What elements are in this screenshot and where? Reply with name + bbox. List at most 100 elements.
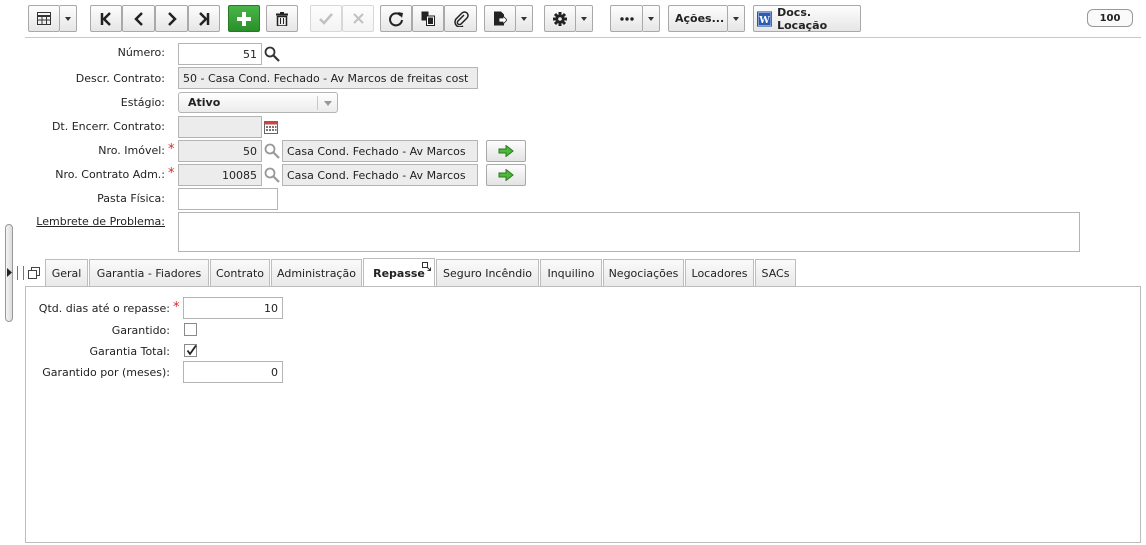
grid-view-button[interactable] xyxy=(28,5,60,32)
nro-contrato-go-button[interactable] xyxy=(486,164,526,186)
more-dropdown[interactable] xyxy=(643,5,660,32)
last-record-icon xyxy=(199,11,210,26)
tab-locadores[interactable]: Locadores xyxy=(685,259,754,286)
nro-contrato-adm-input[interactable]: 10085 xyxy=(178,164,262,186)
garantido-checkbox[interactable] xyxy=(184,323,197,336)
numero-value: 51 xyxy=(243,47,257,61)
first-record-icon xyxy=(100,11,111,26)
add-icon xyxy=(237,11,251,26)
tab-sacs[interactable]: SACs xyxy=(755,259,796,286)
chevron-down-icon xyxy=(324,101,332,106)
nro-contrato-adm-description: Casa Cond. Fechado - Av Marcos xyxy=(282,164,478,186)
calendar-icon[interactable] xyxy=(264,120,278,134)
refresh-icon xyxy=(389,11,403,26)
next-record-button[interactable] xyxy=(155,5,188,32)
search-icon[interactable] xyxy=(264,46,280,62)
gear-icon xyxy=(553,11,567,26)
last-record-button[interactable] xyxy=(188,5,220,32)
copy-icon xyxy=(421,11,435,26)
docs-locacao-label: Docs. Locação xyxy=(777,5,828,32)
first-record-button[interactable] xyxy=(90,5,122,32)
tab-label: Seguro Incêndio xyxy=(443,266,532,280)
qtd-dias-label: Qtd. dias até o repasse: xyxy=(38,302,170,315)
required-marker: * xyxy=(168,142,175,157)
tab-repasse[interactable]: Repasse xyxy=(363,258,435,287)
required-marker: * xyxy=(173,300,180,315)
tab-inquilino[interactable]: Inquilino xyxy=(540,259,602,286)
cancel-button[interactable] xyxy=(342,5,374,32)
estagio-select[interactable]: Ativo xyxy=(178,92,338,113)
qtd-dias-input[interactable]: 10 xyxy=(183,297,283,319)
nro-imovel-value: 50 xyxy=(243,144,257,158)
acoes-label: Ações... xyxy=(675,12,725,25)
tab-label: Garantia - Fiadores xyxy=(96,266,202,280)
grid-view-icon xyxy=(37,12,51,25)
descr-contrato-label: Descr. Contrato: xyxy=(75,72,165,85)
page-size-badge[interactable]: 100 xyxy=(1087,9,1133,27)
close-icon xyxy=(352,13,364,24)
garantido-meses-input[interactable]: 0 xyxy=(183,361,283,383)
refresh-button[interactable] xyxy=(380,5,412,32)
lembrete-label[interactable]: Lembrete de Problema: xyxy=(36,215,165,228)
grid-view-dropdown[interactable] xyxy=(60,5,77,32)
more-button[interactable] xyxy=(610,5,643,32)
tab-label: SACs xyxy=(761,266,790,280)
restore-window-icon[interactable] xyxy=(28,267,40,279)
next-record-icon xyxy=(167,11,177,26)
nro-imovel-input[interactable]: 50 xyxy=(178,140,262,162)
pasta-fisica-input[interactable] xyxy=(178,188,278,210)
arrow-right-icon xyxy=(498,169,514,181)
nro-contrato-desc-value: Casa Cond. Fechado - Av Marcos xyxy=(287,168,466,182)
dt-encerr-label: Dt. Encerr. Contrato: xyxy=(51,120,165,133)
tab-negociacoes[interactable]: Negociações xyxy=(603,259,684,286)
nro-imovel-description: Casa Cond. Fechado - Av Marcos xyxy=(282,140,478,162)
estagio-label: Estágio: xyxy=(120,96,165,109)
settings-button[interactable] xyxy=(544,5,576,32)
confirm-button[interactable] xyxy=(310,5,342,32)
trash-icon xyxy=(276,11,288,26)
garantido-label: Garantido: xyxy=(111,324,170,337)
acoes-dropdown[interactable] xyxy=(728,5,745,32)
tab-popout-icon[interactable] xyxy=(422,262,431,271)
tab-label: Geral xyxy=(51,266,82,280)
garantia-total-checkbox[interactable] xyxy=(184,344,197,357)
settings-dropdown[interactable] xyxy=(576,5,593,32)
copy-button[interactable] xyxy=(412,5,444,32)
nro-imovel-desc-value: Casa Cond. Fechado - Av Marcos xyxy=(287,144,466,158)
expand-arrow-icon[interactable] xyxy=(7,268,12,277)
acoes-button[interactable]: Ações... xyxy=(668,5,728,32)
search-icon[interactable] xyxy=(264,167,280,183)
export-dropdown[interactable] xyxy=(516,5,533,32)
qtd-dias-value: 10 xyxy=(264,301,278,315)
word-document-icon: W xyxy=(757,10,773,27)
docs-locacao-button[interactable]: W Docs. Locação xyxy=(753,5,861,32)
tab-label: Locadores xyxy=(691,266,748,280)
tab-garantia-fiadores[interactable]: Garantia - Fiadores xyxy=(89,259,209,286)
search-icon[interactable] xyxy=(264,143,280,159)
paperclip-icon xyxy=(453,10,469,27)
tab-contrato[interactable]: Contrato xyxy=(210,259,270,286)
add-button[interactable] xyxy=(228,5,260,32)
drag-handle-icon[interactable] xyxy=(17,266,24,280)
nro-contrato-adm-value: 10085 xyxy=(222,168,257,182)
tab-seguro-incendio[interactable]: Seguro Incêndio xyxy=(436,259,539,286)
export-icon xyxy=(494,11,507,26)
lembrete-textarea[interactable] xyxy=(178,212,1080,252)
descr-contrato-field[interactable]: 50 - Casa Cond. Fechado - Av Marcos de f… xyxy=(178,67,478,89)
export-button[interactable] xyxy=(484,5,516,32)
dt-encerr-input[interactable] xyxy=(178,116,262,138)
attach-button[interactable] xyxy=(444,5,477,32)
numero-input[interactable]: 51 xyxy=(178,43,262,65)
nro-imovel-go-button[interactable] xyxy=(486,140,526,162)
previous-record-button[interactable] xyxy=(122,5,155,32)
required-marker: * xyxy=(168,166,175,181)
tab-label: Administração xyxy=(277,266,356,280)
tab-label: Repasse xyxy=(373,266,425,280)
numero-label: Número: xyxy=(117,46,165,59)
tab-geral[interactable]: Geral xyxy=(45,259,88,286)
more-icon xyxy=(619,16,634,21)
delete-button[interactable] xyxy=(266,5,298,32)
toolbar-divider xyxy=(25,37,1141,38)
tab-administracao[interactable]: Administração xyxy=(271,259,362,286)
estagio-value: Ativo xyxy=(188,96,221,109)
